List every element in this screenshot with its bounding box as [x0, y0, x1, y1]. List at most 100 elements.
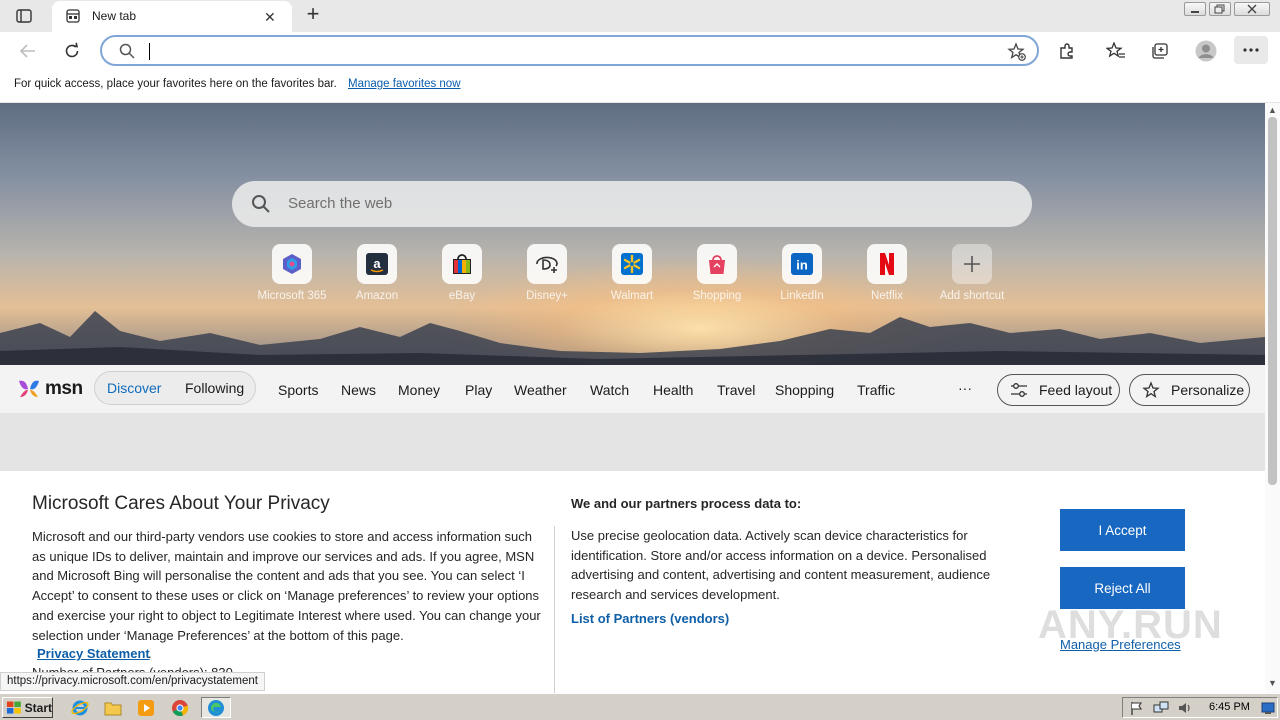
ebay-icon: [453, 254, 471, 274]
taskbar-media-player[interactable]: [134, 697, 158, 718]
volume-icon[interactable]: [1177, 700, 1193, 719]
list-of-partners-link[interactable]: List of Partners (vendors): [571, 611, 729, 626]
msn-nav-bar: msn Discover Following Sports News Money…: [0, 365, 1265, 413]
privacy-statement-period: .: [148, 646, 152, 661]
action-center-flag-icon[interactable]: [1129, 700, 1145, 719]
taskbar-internet-explorer[interactable]: [68, 697, 92, 718]
taskbar-chrome[interactable]: [168, 697, 192, 718]
nav-traffic[interactable]: Traffic: [857, 382, 895, 398]
scroll-down-arrow-icon[interactable]: ▼: [1268, 678, 1277, 688]
collections-button[interactable]: [1148, 40, 1172, 62]
manage-favorites-link[interactable]: Manage favorites now: [348, 78, 461, 90]
nav-travel[interactable]: Travel: [717, 382, 755, 398]
quick-link-label: Walmart: [610, 290, 654, 302]
personalize-button[interactable]: Personalize: [1129, 374, 1250, 406]
nav-money[interactable]: Money: [398, 382, 440, 398]
quick-link-ebay[interactable]: eBay: [422, 244, 502, 302]
tab-discover[interactable]: Discover: [107, 380, 161, 396]
start-button[interactable]: Start: [2, 697, 53, 718]
sliders-icon: [1010, 382, 1028, 401]
address-input[interactable]: [152, 41, 992, 62]
new-tab-button[interactable]: +: [302, 3, 324, 26]
scrollbar-thumb[interactable]: [1268, 117, 1277, 485]
refresh-button[interactable]: [60, 40, 84, 62]
profile-button[interactable]: [1194, 40, 1218, 62]
nav-weather[interactable]: Weather: [514, 382, 567, 398]
accept-button[interactable]: I Accept: [1060, 509, 1185, 551]
page-scrollbar[interactable]: ▲ ▼: [1265, 103, 1280, 693]
refresh-icon: [65, 42, 79, 58]
search-icon: [118, 42, 136, 63]
feed-layout-button[interactable]: Feed layout: [997, 374, 1120, 406]
windows-taskbar: Start 6:45 PM: [0, 693, 1280, 720]
network-icon[interactable]: [1153, 700, 1169, 719]
quick-link-label: Disney+: [526, 290, 568, 302]
scroll-up-arrow-icon[interactable]: ▲: [1268, 105, 1277, 115]
netflix-icon: [880, 253, 894, 275]
tab-actions-button[interactable]: [10, 6, 38, 26]
tab-title: New tab: [92, 9, 137, 23]
taskbar-edge[interactable]: [201, 697, 231, 718]
msn-logo[interactable]: msn: [16, 375, 83, 403]
nav-play[interactable]: Play: [465, 382, 492, 398]
nav-watch[interactable]: Watch: [590, 382, 629, 398]
favorites-button[interactable]: [1104, 40, 1128, 62]
settings-more-button[interactable]: [1234, 36, 1268, 64]
close-window-button[interactable]: [1234, 2, 1270, 16]
nav-more-button[interactable]: ···: [958, 380, 972, 396]
quick-link-shopping[interactable]: Shopping: [677, 244, 757, 302]
quick-link-label: eBay: [448, 290, 476, 302]
manage-preferences-link[interactable]: Manage Preferences: [1060, 637, 1181, 652]
back-button[interactable]: [16, 40, 40, 62]
msn-logo-text: msn: [45, 378, 83, 399]
quick-link-amazon[interactable]: a Amazon: [337, 244, 417, 302]
nav-news[interactable]: News: [341, 382, 376, 398]
windows-logo-icon: [6, 701, 21, 714]
quick-link-label: Netflix: [871, 290, 903, 302]
taskbar-clock[interactable]: 6:45 PM: [1209, 701, 1250, 713]
quick-link-walmart[interactable]: Walmart: [592, 244, 672, 302]
minimize-button[interactable]: [1184, 2, 1206, 16]
nav-sports[interactable]: Sports: [278, 382, 318, 398]
browser-toolbar: [0, 32, 1280, 70]
background-hero-image: Search the web Microsoft 365 a Amazon eB…: [0, 103, 1265, 365]
taskbar-file-explorer[interactable]: [101, 697, 125, 718]
nav-shopping[interactable]: Shopping: [775, 382, 834, 398]
tab-following[interactable]: Following: [185, 380, 244, 396]
extensions-button[interactable]: [1055, 40, 1079, 62]
tab-new-tab[interactable]: New tab ✕: [52, 1, 292, 32]
privacy-title: Microsoft Cares About Your Privacy: [32, 493, 330, 514]
web-search-box[interactable]: Search the web: [232, 181, 1032, 227]
collections-icon: [1152, 43, 1168, 59]
privacy-consent-dialog: Microsoft Cares About Your Privacy Micro…: [0, 471, 1265, 693]
more-horizontal-icon: [1243, 48, 1259, 52]
text-caret: [149, 43, 150, 60]
quick-link-microsoft365[interactable]: Microsoft 365: [252, 244, 332, 302]
amazon-icon: a: [366, 253, 388, 275]
personalize-label: Personalize: [1171, 382, 1245, 398]
address-bar[interactable]: [100, 35, 1039, 66]
favorites-bar-message: For quick access, place your favorites h…: [14, 78, 337, 90]
add-shortcut-button[interactable]: Add shortcut: [932, 244, 1012, 302]
sparkle-star-icon: [1142, 381, 1160, 402]
start-label: Start: [24, 700, 52, 715]
search-icon: [250, 193, 272, 218]
restore-button[interactable]: [1209, 2, 1231, 16]
microsoft365-icon: [283, 254, 301, 274]
privacy-statement-link[interactable]: Privacy Statement: [37, 646, 150, 661]
quick-link-label: Add shortcut: [939, 290, 1005, 302]
show-desktop-icon[interactable]: [1261, 701, 1275, 718]
quick-link-netflix[interactable]: Netflix: [847, 244, 927, 302]
quick-link-linkedin[interactable]: in LinkedIn: [762, 244, 842, 302]
data-processing-text: Use precise geolocation data. Actively s…: [571, 528, 991, 603]
nav-health[interactable]: Health: [653, 382, 693, 398]
quick-link-label: Microsoft 365: [257, 290, 327, 302]
quick-link-label: LinkedIn: [780, 290, 824, 302]
linkedin-icon: in: [791, 253, 813, 275]
svg-text:a: a: [373, 256, 381, 271]
close-tab-icon[interactable]: ✕: [264, 9, 276, 26]
quick-link-disneyplus[interactable]: Disney+: [507, 244, 587, 302]
svg-text:in: in: [796, 258, 808, 273]
data-processing-title: We and our partners process data to:: [571, 496, 802, 511]
add-favorite-star-icon[interactable]: [1007, 42, 1027, 65]
